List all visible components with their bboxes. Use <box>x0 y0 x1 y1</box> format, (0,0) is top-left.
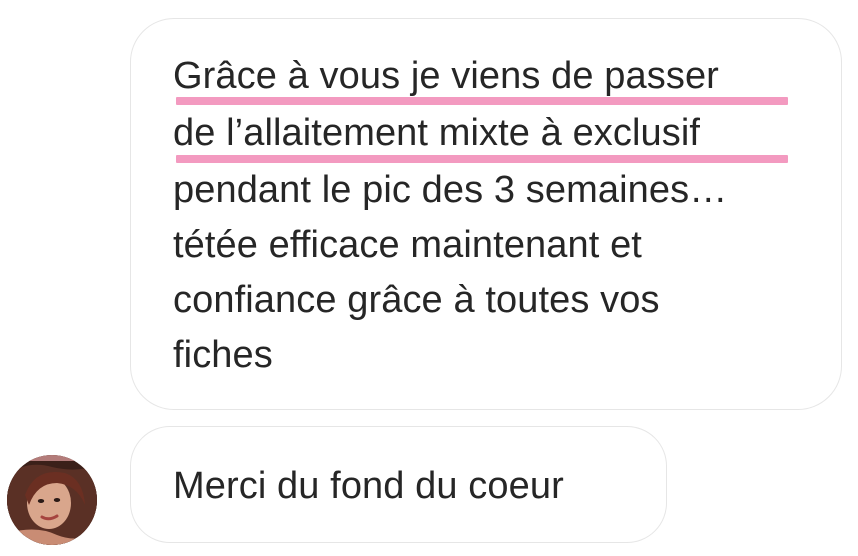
message-second-text: Merci du fond du coeur <box>173 465 564 507</box>
message-line-4: tétée efficace maintenant et <box>173 224 642 266</box>
message-line-2: de l’allaitement mixte à exclusif <box>173 112 701 154</box>
message-line-3: pendant le pic des 3 semaines… <box>173 169 728 211</box>
user-avatar-icon[interactable] <box>7 455 97 545</box>
avatar-photo-art <box>7 455 97 545</box>
message-line-1: Grâce à vous je viens de passer <box>173 55 719 97</box>
message-line-6: fiches <box>173 334 273 376</box>
text-highlight-line-2 <box>176 155 788 163</box>
message-line-5: confiance grâce à toutes vos <box>173 279 660 321</box>
